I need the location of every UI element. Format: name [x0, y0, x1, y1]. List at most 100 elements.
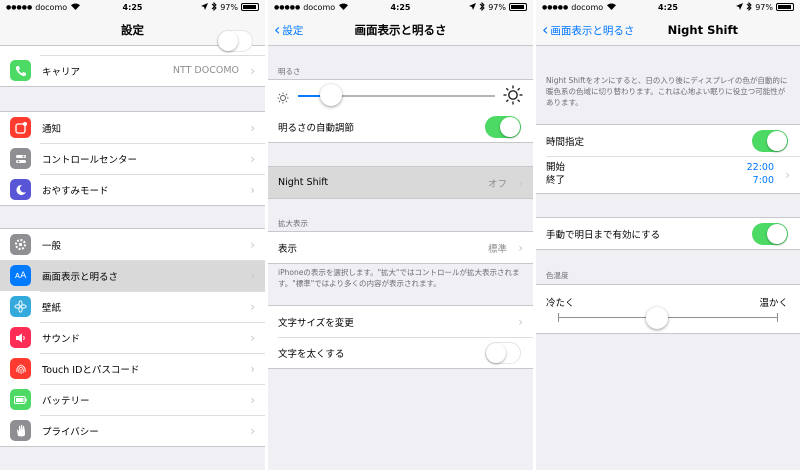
sidebar-item-control-center[interactable]: コントロールセンター › [0, 143, 265, 174]
night-shift-row[interactable]: Night Shift オフ › [268, 167, 533, 198]
sidebar-item-battery[interactable]: バッテリー › [0, 384, 265, 415]
auto-brightness-toggle[interactable] [485, 115, 521, 138]
sidebar-item-sounds[interactable]: サウンド › [0, 322, 265, 353]
brightness-group: 明るさの自動調節 [268, 79, 533, 143]
color-temperature-group: 冷たく 温かく [536, 284, 800, 334]
battery-icon [10, 389, 31, 410]
moon-icon [10, 179, 31, 200]
display-zoom-label: 表示 [278, 243, 298, 255]
track-tick-right [777, 313, 778, 322]
partial-toggle[interactable] [217, 30, 253, 52]
page-title: 画面表示と明るさ [354, 22, 447, 37]
settings-panel: ●●●●● docomo 4:25 97% 設定 キャリア NTT DOCOMO… [0, 0, 265, 470]
sidebar-item-label: Touch IDとパスコード [42, 364, 140, 376]
chevron-right-icon: › [250, 299, 255, 314]
hand-icon [10, 420, 31, 441]
status-time: 4:25 [122, 2, 143, 12]
chevron-right-icon: › [250, 361, 255, 376]
night-shift-panel: ●●●●● docomo 4:25 97% ‹ 画面表示と明るさ Night S… [536, 0, 800, 470]
back-button[interactable]: ‹ 設定 [274, 14, 303, 46]
schedule-group: 時間指定 開始 終了 22:00 7:00 › [536, 124, 800, 194]
sidebar-item-touch-id[interactable]: Touch IDとパスコード › [0, 353, 265, 384]
switches-icon [10, 148, 31, 169]
sun-small-icon [277, 89, 289, 108]
sidebar-item-label: 一般 [42, 240, 62, 252]
less-warm-label: 冷たく [546, 298, 575, 309]
color-temperature-thumb[interactable] [646, 307, 668, 329]
settings-group-general: 一般 › ᴀA 画面表示と明るさ › 壁紙 › サウンド › Touch IDと… [0, 228, 265, 447]
auto-brightness-label: 明るさの自動調節 [278, 122, 355, 134]
back-label: 設定 [282, 24, 304, 37]
sun-large-icon [503, 85, 523, 109]
night-shift-group: Night Shift オフ › [268, 166, 533, 199]
more-warm-label: 温かく [759, 298, 788, 309]
auto-brightness-row: 明るさの自動調節 [268, 111, 533, 142]
status-bar: ●●●●● docomo 4:25 97% [268, 0, 533, 14]
sidebar-item-notifications[interactable]: 通知 › [0, 112, 265, 143]
page-title: Night Shift [667, 22, 738, 37]
sidebar-item-label: サウンド [42, 333, 81, 345]
section-header-zoom: 拡大表示 [278, 219, 308, 228]
text-size-icon: ᴀA [10, 265, 31, 286]
chevron-right-icon: › [250, 423, 255, 438]
chevron-right-icon: › [785, 167, 790, 182]
back-label: 画面表示と明るさ [550, 24, 635, 37]
battery-icon [776, 3, 794, 11]
scheduled-toggle[interactable] [752, 129, 788, 152]
schedule-times-row[interactable]: 開始 終了 22:00 7:00 › [536, 156, 800, 193]
night-shift-description: Night Shiftをオンにすると、日の入り後にディスプレイの色が自動的に暖色… [546, 76, 788, 107]
chevron-right-icon: › [518, 314, 523, 329]
chevron-right-icon: › [518, 240, 523, 255]
status-time: 4:25 [390, 2, 411, 12]
sidebar-item-general[interactable]: 一般 › [0, 229, 265, 260]
chevron-right-icon: › [250, 120, 255, 135]
manual-enable-row: 手動で明日まで有効にする [536, 218, 800, 249]
sidebar-item-do-not-disturb[interactable]: おやすみモード › [0, 174, 265, 205]
status-bar: ●●●●● docomo 4:25 97% [536, 0, 800, 14]
section-header-color-temperature: 色温度 [546, 271, 569, 280]
scheduled-label: 時間指定 [546, 136, 585, 148]
gear-icon [10, 234, 31, 255]
sidebar-item-label: コントロールセンター [42, 154, 138, 166]
zoom-footer-text: iPhoneの表示を選択します。"拡大"ではコントロールが拡大表示されます。"標… [278, 268, 520, 288]
chevron-left-icon: ‹ [542, 20, 549, 39]
battery-icon [241, 3, 259, 11]
scheduled-row: 時間指定 [536, 125, 800, 156]
sidebar-item-display-brightness[interactable]: ᴀA 画面表示と明るさ › [0, 260, 265, 291]
sidebar-item-carrier[interactable]: キャリア NTT DOCOMO › [0, 55, 265, 86]
manual-enable-toggle[interactable] [752, 222, 788, 245]
sidebar-item-wallpaper[interactable]: 壁紙 › [0, 291, 265, 322]
start-time: 22:00 [746, 161, 774, 173]
status-time: 4:25 [658, 2, 678, 12]
display-zoom-row[interactable]: 表示 標準 › [268, 232, 533, 263]
night-shift-value: オフ [487, 178, 507, 190]
phone-icon [10, 60, 31, 81]
text-size-row[interactable]: 文字サイズを変更 › [268, 306, 533, 337]
nav-bar: ‹ 画面表示と明るさ Night Shift [536, 14, 800, 46]
bold-text-toggle[interactable] [485, 341, 521, 364]
sidebar-item-label: 通知 [42, 123, 62, 135]
nav-bar: ‹ 設定 画面表示と明るさ [268, 14, 533, 46]
end-time: 7:00 [752, 174, 774, 186]
chevron-right-icon: › [250, 268, 255, 283]
chevron-right-icon: › [250, 330, 255, 345]
night-shift-label: Night Shift [278, 177, 329, 188]
sidebar-item-privacy[interactable]: プライバシー › [0, 415, 265, 446]
section-header-brightness: 明るさ [278, 67, 301, 76]
manual-group: 手動で明日まで有効にする [536, 217, 800, 250]
chevron-right-icon: › [250, 392, 255, 407]
sidebar-item-label: 壁紙 [42, 302, 62, 314]
back-button[interactable]: ‹ 画面表示と明るさ [542, 14, 634, 46]
status-bar: ●●●●● docomo 4:25 97% [0, 0, 265, 14]
zoom-group: 表示 標準 › [268, 231, 533, 264]
color-temperature-track[interactable] [558, 317, 778, 318]
sidebar-item-label: バッテリー [42, 395, 90, 407]
brightness-slider-thumb[interactable] [320, 84, 343, 106]
chevron-right-icon: › [250, 63, 255, 78]
flower-icon [10, 296, 31, 317]
list-item-partial [0, 30, 265, 55]
speaker-icon [10, 327, 31, 348]
schedule-labels: 開始 終了 [546, 162, 565, 188]
settings-group-notifications: 通知 › コントロールセンター › おやすみモード › [0, 111, 265, 206]
brightness-slider-row [268, 80, 533, 111]
